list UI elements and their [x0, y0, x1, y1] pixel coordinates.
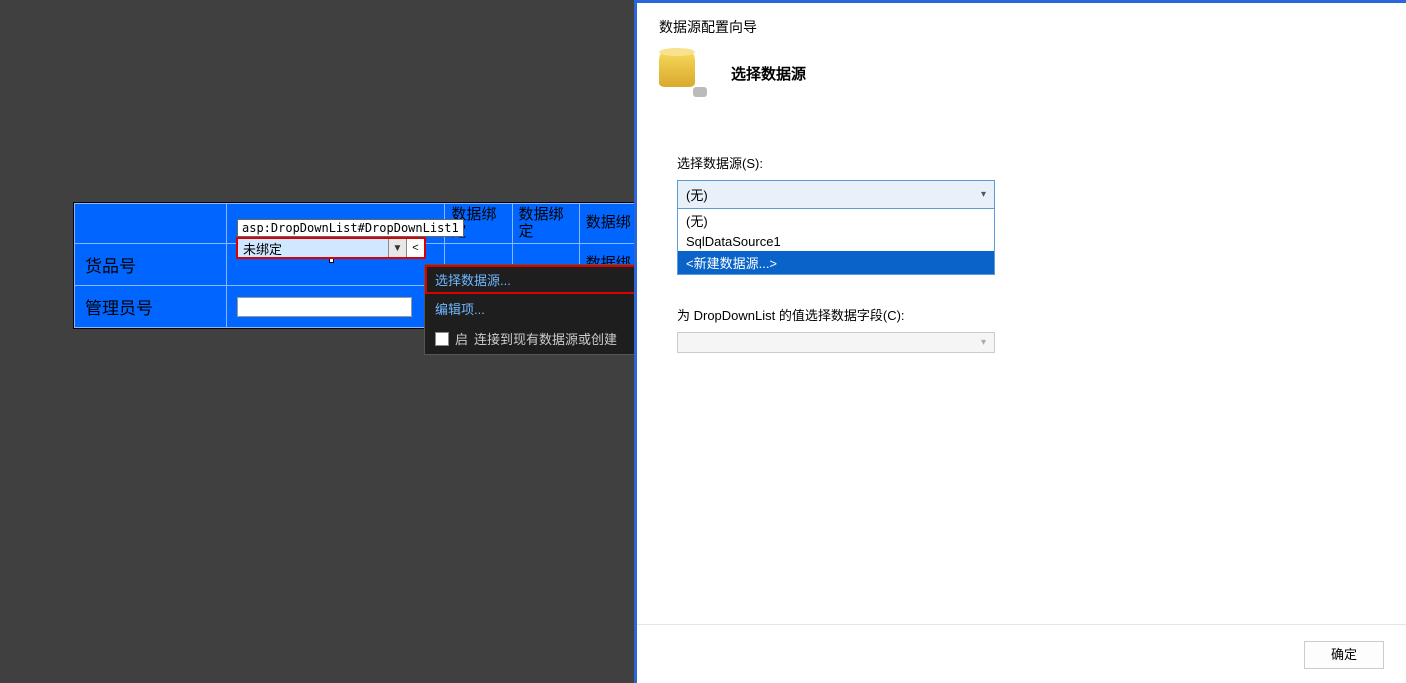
edit-items-link[interactable]: 编辑项... [425, 294, 643, 323]
dropdownlist-text: 未绑定 [238, 239, 388, 258]
smart-tag-arrow-button[interactable]: < [406, 239, 424, 257]
database-icon [659, 51, 703, 95]
datasource-label: 选择数据源(S): [677, 153, 1366, 172]
chevron-down-icon: ▾ [981, 189, 986, 200]
choose-datasource-link[interactable]: 选择数据源... [425, 265, 643, 294]
wizard-title: 数据源配置向导 [637, 3, 1406, 45]
value-field-combobox[interactable]: ▾ [677, 332, 995, 353]
enable-label-prefix: 启 [455, 329, 468, 348]
datasource-option-sql[interactable]: SqlDataSource1 [678, 232, 994, 251]
checkbox-icon[interactable] [435, 332, 449, 346]
textbox-cell [226, 286, 444, 328]
header-bind-cell: 数据绑定 [512, 204, 579, 244]
control-tag-tooltip: asp:DropDownList#DropDownList1 [237, 219, 464, 237]
admin-textbox[interactable] [237, 297, 412, 317]
datasource-wizard-dialog: 数据源配置向导 选择数据源 选择数据源(S): (无) ▾ (无) SqlDat… [634, 0, 1406, 683]
row-label-admin: 管理员号 [75, 286, 227, 328]
wizard-header: 选择数据源 [637, 45, 1406, 117]
ok-button[interactable]: 确定 [1304, 641, 1384, 669]
datasource-combobox[interactable]: (无) ▾ [677, 180, 995, 209]
smart-tag-popup: 选择数据源... 编辑项... 启 连接到现有数据源或创建 [424, 264, 644, 355]
datasource-selected-text: (无) [686, 185, 708, 204]
datasource-selected[interactable]: (无) ▾ [678, 181, 994, 208]
datasource-option-new[interactable]: <新建数据源...> [678, 251, 994, 274]
datasource-dropdown-list: (无) SqlDataSource1 <新建数据源...> [677, 209, 995, 275]
chevron-down-icon: ▾ [981, 337, 986, 348]
wizard-heading: 选择数据源 [731, 63, 806, 84]
dropdownlist-control[interactable]: 未绑定 ▼ < [236, 237, 426, 259]
enable-checkbox-row[interactable]: 启 连接到现有数据源或创建 [425, 323, 643, 354]
row-label-product: 货品号 [75, 244, 227, 286]
header-cell [75, 204, 227, 244]
dropdown-caret-icon[interactable]: ▼ [388, 239, 406, 257]
wizard-footer: 确定 [637, 624, 1406, 669]
datasource-option-none[interactable]: (无) [678, 209, 994, 232]
connect-existing-label: 连接到现有数据源或创建 [474, 329, 617, 348]
value-field-label: 为 DropDownList 的值选择数据字段(C): [677, 305, 1366, 324]
wizard-body: 选择数据源(S): (无) ▾ (无) SqlDataSource1 <新建数据… [637, 117, 1406, 389]
